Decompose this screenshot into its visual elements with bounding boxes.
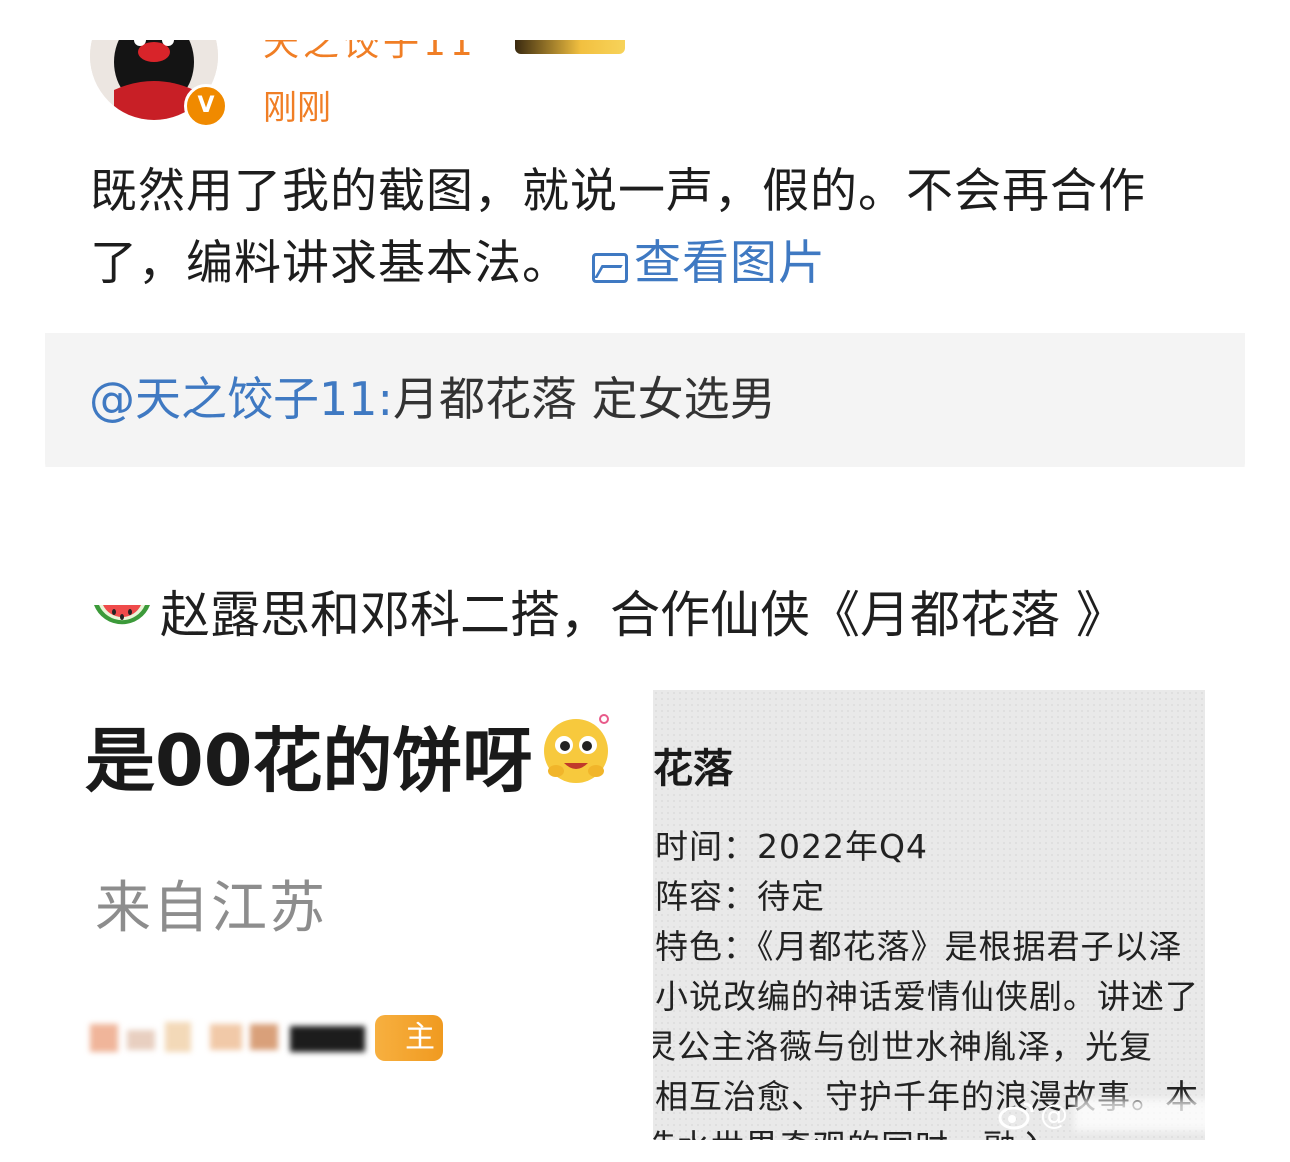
weibo-logo-icon — [998, 1102, 1034, 1129]
doc-line: 造水世界奇观的同时，融入 — [653, 1120, 1051, 1140]
doc-line: 特色：《月都花落》是根据君子以泽 — [655, 927, 1183, 966]
doc-title: 月都花落 — [653, 746, 733, 792]
watermark-text: @ — [1040, 1098, 1068, 1131]
repost-content: @天之饺子11:月都花落 定女选男 — [89, 363, 776, 429]
post-time: 刚刚 — [263, 88, 331, 128]
big-text-label: 是00花的饼呀 — [85, 720, 533, 802]
doc-line: 灵公主洛薇与创世水神胤泽，光复 — [653, 1027, 1153, 1066]
watermark: @ — [998, 1098, 1205, 1131]
location: 来自江苏 — [95, 876, 327, 941]
smiling-face-icon — [544, 713, 610, 783]
repost-box[interactable]: @天之饺子11:月都花落 定女选男 — [45, 333, 1245, 467]
repost-username[interactable]: @天之饺子11: — [89, 372, 393, 426]
doc-line: 时间：2022年Q4 — [655, 827, 928, 866]
big-text: 是00花的饼呀 — [85, 705, 618, 806]
view-image-label: 查看图片 — [634, 236, 826, 291]
post-body: 既然用了我的截图，就说一声，假的。不会再合作了，编料讲求基本法。 查看图片 — [90, 156, 1200, 300]
doc-image[interactable]: 月都花落 时间：2022年Q4 阵容：待定 特色：《月都花落》是根据君子以泽 小… — [653, 690, 1205, 1140]
watermark-blur — [1074, 1098, 1205, 1131]
headline-text: 赵露思和邓科二搭，合作仙侠《月都花落 》 — [160, 586, 1126, 644]
watermelon-icon — [94, 605, 150, 625]
repost-text: 月都花落 定女选男 — [393, 372, 776, 426]
headline: 赵露思和邓科二搭，合作仙侠《月都花落 》 — [90, 575, 1126, 647]
username[interactable]: 天之饺子11 — [263, 40, 477, 66]
view-image-link[interactable]: 查看图片 — [592, 236, 826, 291]
doc-line: 小说改编的神话爱情仙侠剧。讲述了 — [655, 977, 1199, 1016]
poster-tag: 主 — [375, 1015, 443, 1061]
image-icon — [592, 253, 628, 283]
post-card-2: 赵露思和邓科二搭，合作仙侠《月都花落 》 是00花的饼呀 来自江苏 主 月都花落… — [45, 545, 1245, 1140]
level-badge — [515, 40, 625, 54]
post-card: V 天之饺子11 刚刚 既然用了我的截图，就说一声，假的。不会再合作了，编料讲求… — [45, 40, 1245, 485]
doc-line: 阵容：待定 — [655, 877, 825, 916]
verified-badge-icon: V — [184, 84, 228, 128]
